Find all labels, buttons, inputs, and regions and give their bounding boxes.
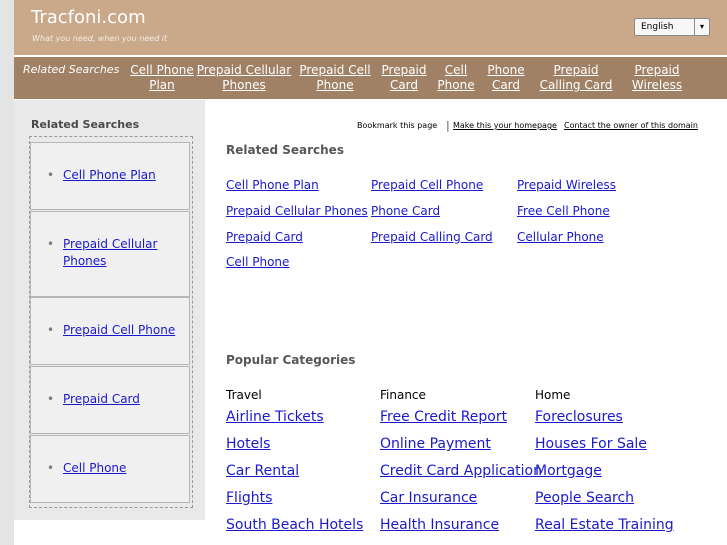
link-separator: | [446,119,450,132]
category-link[interactable]: Real Estate Training [535,517,674,533]
sidebar-list: • Cell Phone Plan • Prepaid Cellular Phon… [29,136,193,508]
category-link[interactable]: Foreclosures [535,409,623,425]
sidebar-item-prepaid-cellular-phones: • Prepaid Cellular Phones [30,211,190,297]
category-title-finance: Finance [380,388,426,402]
chevron-down-icon[interactable]: ▾ [694,19,709,35]
category-link[interactable]: Flights [226,490,272,506]
bullet-icon: • [47,392,55,406]
sidebar-item-cell-phone-plan: • Cell Phone Plan [30,142,190,210]
category-link[interactable]: Car Rental [226,463,299,479]
header: Tracfoni.com What you need, when you nee… [14,0,727,55]
homepage-link[interactable]: Make this your homepage [453,121,557,130]
sidebar-item-cell-phone: • Cell Phone [30,435,190,503]
related-link[interactable]: Cell Phone [226,255,289,269]
top-nav: Related Searches Cell Phone Plan Prepaid … [14,57,727,99]
related-link[interactable]: Prepaid Card [226,230,303,244]
related-link[interactable]: Prepaid Wireless [517,178,616,192]
bookmark-link[interactable]: Bookmark this page [357,121,437,130]
category-link[interactable]: Health Insurance [380,517,499,533]
bullet-icon: • [47,168,55,182]
category-title-travel: Travel [226,388,262,402]
top-nav-link-phone-card[interactable]: Phone Card [484,63,528,93]
category-link[interactable]: Credit Card Application [380,463,542,479]
top-nav-link-prepaid-card[interactable]: Prepaid Card [379,63,429,93]
sidebar-link[interactable]: Cell Phone [63,460,126,477]
top-nav-link-prepaid-cell-phone[interactable]: Prepaid Cell Phone [295,63,375,93]
sidebar-item-prepaid-cell-phone: • Prepaid Cell Phone [30,297,190,365]
top-nav-link-prepaid-calling-card[interactable]: Prepaid Calling Card [536,63,616,93]
top-nav-link-prepaid-wireless[interactable]: Prepaid Wireless [626,63,688,93]
bullet-icon: • [47,323,55,337]
site-title[interactable]: Tracfoni.com [31,7,146,28]
sidebar-title: Related Searches [31,118,140,131]
sidebar-item-prepaid-card: • Prepaid Card [30,366,190,434]
category-link[interactable]: South Beach Hotels [226,517,363,533]
language-select[interactable]: English ▾ [634,18,710,36]
related-link[interactable]: Cellular Phone [517,230,604,244]
related-link[interactable]: Phone Card [371,204,440,218]
category-link[interactable]: People Search [535,490,634,506]
top-nav-label: Related Searches [23,63,120,76]
top-nav-link-prepaid-cellular-phones[interactable]: Prepaid Cellular Phones [196,63,292,93]
related-searches-heading: Related Searches [226,143,344,157]
tagline: What you need, when you need it [32,34,168,43]
top-nav-link-cell-phone-plan[interactable]: Cell Phone Plan [122,63,202,93]
related-link[interactable]: Prepaid Cell Phone [371,178,483,192]
sidebar-link[interactable]: Prepaid Cell Phone [63,322,175,339]
sidebar-link[interactable]: Cell Phone Plan [63,167,156,184]
related-link[interactable]: Cell Phone Plan [226,178,319,192]
main-content: Bookmark this page | Make this your home… [205,100,727,545]
category-link[interactable]: Airline Tickets [226,409,324,425]
category-title-home: Home [535,388,571,402]
bullet-icon: • [47,461,55,475]
category-link[interactable]: Online Payment [380,436,491,452]
category-link[interactable]: Houses For Sale [535,436,647,452]
related-link[interactable]: Prepaid Calling Card [371,230,493,244]
category-link[interactable]: Hotels [226,436,270,452]
popular-categories-heading: Popular Categories [226,353,356,367]
category-link[interactable]: Car Insurance [380,490,477,506]
category-link[interactable]: Mortgage [535,463,602,479]
related-link[interactable]: Prepaid Cellular Phones [226,204,368,218]
bullet-icon: • [47,237,55,251]
contact-owner-link[interactable]: Contact the owner of this domain [564,121,698,130]
page: Tracfoni.com What you need, when you nee… [14,0,727,545]
sidebar-link[interactable]: Prepaid Cellular Phones [63,236,157,270]
category-link[interactable]: Free Credit Report [380,409,507,425]
language-select-value: English [641,22,674,32]
top-nav-link-cell-phone[interactable]: Cell Phone [434,63,478,93]
sidebar-link[interactable]: Prepaid Card [63,391,140,408]
related-link[interactable]: Free Cell Phone [517,204,610,218]
sidebar: Related Searches • Cell Phone Plan • Pre… [14,100,205,520]
